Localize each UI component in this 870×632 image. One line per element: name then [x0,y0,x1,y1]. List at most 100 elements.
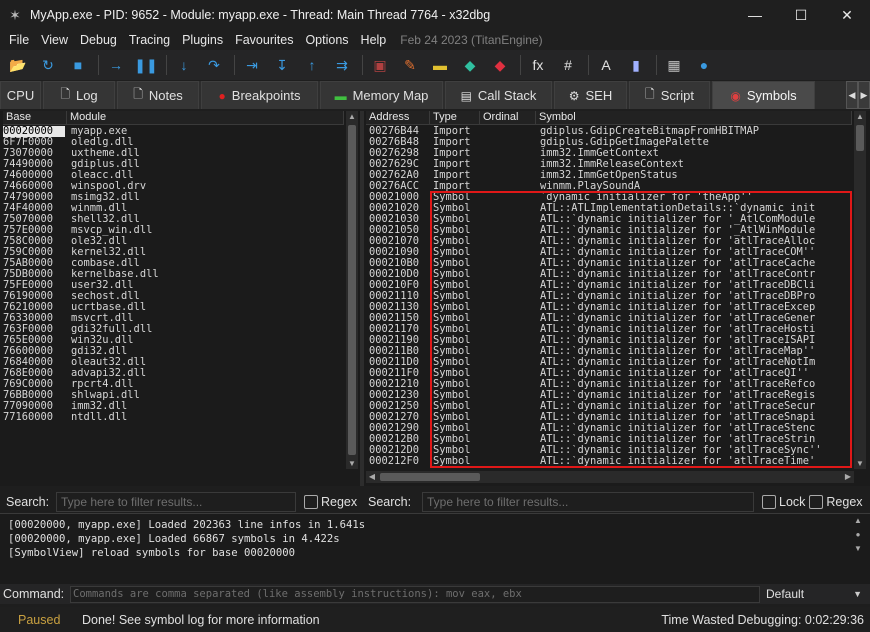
symbols-search-input[interactable] [422,492,754,512]
lock-checkbox[interactable] [762,495,776,509]
menu-options[interactable]: Options [299,33,354,47]
symbol-type[interactable]: Import [433,170,479,181]
symbol-address[interactable]: 000212D0 [369,445,429,456]
module-name[interactable]: oleacc.dll [71,170,341,181]
symbols-regex-checkbox[interactable] [809,495,824,509]
symbol-address[interactable]: 00021190 [369,335,429,346]
run-icon[interactable]: → [104,53,128,77]
column-header-type[interactable]: Type [430,111,480,125]
tab-memory-map[interactable]: ▬ Memory Map [320,81,443,109]
symbol-address[interactable]: 000211D0 [369,357,429,368]
module-base[interactable]: 77160000 [3,412,65,423]
hash-icon[interactable]: # [556,53,580,77]
symbol-type[interactable]: Import [433,159,479,170]
menu-file[interactable]: File [3,33,35,47]
module-base[interactable]: 74660000 [3,181,65,192]
symbol-address[interactable]: 0027629C [369,159,429,170]
symbol-address[interactable]: 00021070 [369,236,429,247]
module-name[interactable]: imm32.dll [71,401,341,412]
maximize-button[interactable]: ☐ [778,0,824,30]
module-name[interactable]: shell32.dll [71,214,341,225]
symbol-address[interactable]: 000211F0 [369,368,429,379]
module-name[interactable]: gdi32full.dll [71,324,341,335]
modules-regex-checkbox[interactable] [304,495,318,509]
module-name[interactable]: rpcrt4.dll [71,379,341,390]
module-base[interactable]: 74790000 [3,192,65,203]
module-base[interactable]: 6F7F0000 [3,137,65,148]
module-name[interactable]: sechost.dll [71,291,341,302]
module-name[interactable]: advapi32.dll [71,368,341,379]
tab-symbols[interactable]: ◉ Symbols [712,81,815,109]
open-icon[interactable]: 📂 [6,53,30,77]
tab-log[interactable]: 🗋 Log [43,81,115,109]
module-base[interactable]: 76190000 [3,291,65,302]
symbol-symbol[interactable]: gdiplus.GdipCreateBitmapFromHBITMAP [540,126,850,137]
module-base[interactable]: 77090000 [3,401,65,412]
symbol-address[interactable]: 00021150 [369,313,429,324]
module-name[interactable]: gdiplus.dll [71,159,341,170]
symbol-ordinal[interactable] [483,148,533,159]
module-name[interactable]: msvcrt.dll [71,313,341,324]
module-base[interactable]: 75AB0000 [3,258,65,269]
bookmark-icon[interactable]: ◆ [488,53,512,77]
column-header-symbol[interactable]: Symbol [536,111,852,125]
tab-scroll-right-icon[interactable]: ▶ [858,81,870,109]
module-name[interactable]: oledlg.dll [71,137,341,148]
module-base[interactable]: 76210000 [3,302,65,313]
trace-over-icon[interactable]: ↧ [270,53,294,77]
symbol-address[interactable]: 00276B44 [369,126,429,137]
symbol-address[interactable]: 00276298 [369,148,429,159]
tab-call-stack[interactable]: ▤ Call Stack [445,81,552,109]
symbol-address[interactable]: 000211B0 [369,346,429,357]
symbol-ordinal[interactable] [483,126,533,137]
tab-breakpoints[interactable]: ● Breakpoints [201,81,318,109]
module-base[interactable]: 759C0000 [3,247,65,258]
module-base[interactable]: 76840000 [3,357,65,368]
module-name[interactable]: ucrtbase.dll [71,302,341,313]
module-name[interactable]: winspool.drv [71,181,341,192]
module-name[interactable]: ntdll.dll [71,412,341,423]
symbols-scrollbar[interactable]: ▲ ▼ [854,111,866,469]
module-base[interactable]: 757E0000 [3,225,65,236]
module-base[interactable]: 75FE0000 [3,280,65,291]
tab-cpu[interactable]: CPU [0,81,41,109]
minimize-button[interactable]: — [732,0,778,30]
symbol-ordinal[interactable] [483,137,533,148]
step-into-icon[interactable]: ↓ [172,53,196,77]
symbol-address[interactable]: 000212F0 [369,456,429,467]
symbol-address[interactable]: 00021000 [369,192,429,203]
tab-seh[interactable]: ⚙ SEH [554,81,627,109]
module-base[interactable]: 765E0000 [3,335,65,346]
symbol-address[interactable]: 00021230 [369,390,429,401]
symbol-address[interactable]: 00021170 [369,324,429,335]
module-base[interactable]: 76600000 [3,346,65,357]
menu-favourites[interactable]: Favourites [229,33,299,47]
module-name[interactable]: user32.dll [71,280,341,291]
log-scrollbar[interactable]: ▲ ● ▼ [852,516,864,560]
modules-scrollbar[interactable]: ▲ ▼ [346,111,358,469]
column-header-module[interactable]: Module [67,111,344,125]
module-name[interactable]: win32u.dll [71,335,341,346]
symbol-address[interactable]: 00021110 [369,291,429,302]
globe-icon[interactable]: ● [692,53,716,77]
symbol-address[interactable]: 000210D0 [369,269,429,280]
menu-view[interactable]: View [35,33,74,47]
module-base[interactable]: 00020000 [3,126,65,137]
module-base[interactable]: 75DB0000 [3,269,65,280]
symbol-address[interactable]: 00021250 [369,401,429,412]
chevron-down-icon[interactable]: ▼ [853,589,862,599]
symbol-type[interactable]: Import [433,126,479,137]
stop-icon[interactable]: ■ [66,53,90,77]
symbol-symbol[interactable]: imm32.ImmReleaseContext [540,159,850,170]
run-to-user-code-icon[interactable]: ⇉ [330,53,354,77]
symbol-address[interactable]: 00021210 [369,379,429,390]
module-name[interactable]: winmm.dll [71,203,341,214]
symbol-address[interactable]: 00021130 [369,302,429,313]
module-base[interactable]: 74490000 [3,159,65,170]
command-mode-select[interactable]: Default [766,587,804,601]
column-header-ordinal[interactable]: Ordinal [480,111,536,125]
symbol-type[interactable]: Import [433,137,479,148]
symbol-address[interactable]: 00021030 [369,214,429,225]
symbol-type[interactable]: Import [433,148,479,159]
module-name[interactable]: combase.dll [71,258,341,269]
